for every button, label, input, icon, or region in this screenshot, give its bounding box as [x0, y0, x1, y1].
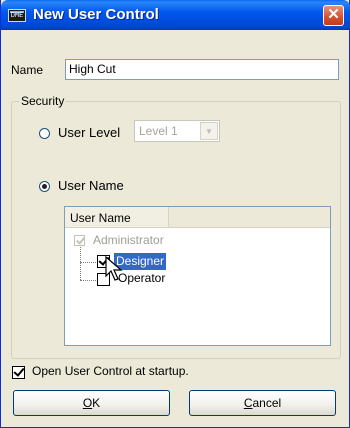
- user-name-radio[interactable]: [39, 181, 50, 192]
- ok-mnemonic: O: [82, 396, 93, 410]
- new-user-control-dialog: DME New User Control ✕ Name High Cut Sec…: [0, 0, 350, 428]
- administrator-checkbox: [74, 235, 85, 246]
- cancel-label-rest: ancel: [252, 396, 282, 410]
- open-at-startup-label[interactable]: Open User Control at startup.: [32, 364, 189, 378]
- column-header-user-name[interactable]: User Name: [65, 207, 169, 228]
- name-input[interactable]: High Cut: [65, 59, 339, 80]
- title-bar[interactable]: DME New User Control ✕: [1, 0, 350, 30]
- user-level-select: Level 1 ▼: [134, 120, 220, 142]
- tree-connector-line: [80, 280, 96, 281]
- security-legend: Security: [19, 94, 67, 108]
- user-name-label[interactable]: User Name: [58, 178, 124, 193]
- ok-label-rest: K: [92, 396, 101, 410]
- user-level-select-value: Level 1: [139, 124, 178, 138]
- name-label: Name: [11, 63, 44, 77]
- close-icon: ✕: [327, 6, 340, 23]
- chevron-down-icon: ▼: [200, 122, 218, 140]
- list-item-operator[interactable]: Operator: [118, 271, 165, 285]
- window-title: New User Control: [33, 6, 159, 23]
- cancel-button[interactable]: Cancel: [189, 390, 336, 416]
- mouse-pointer-icon: [105, 256, 123, 281]
- dme-app-icon: DME: [8, 9, 26, 22]
- tree-connector-line: [80, 262, 96, 263]
- user-level-radio[interactable]: [39, 128, 50, 139]
- ok-button[interactable]: OK: [13, 390, 170, 416]
- column-header-filler: [169, 207, 330, 228]
- list-item-administrator: Administrator: [93, 233, 164, 247]
- user-level-label[interactable]: User Level: [58, 125, 120, 140]
- open-at-startup-checkbox[interactable]: [12, 366, 25, 379]
- close-button[interactable]: ✕: [323, 5, 344, 26]
